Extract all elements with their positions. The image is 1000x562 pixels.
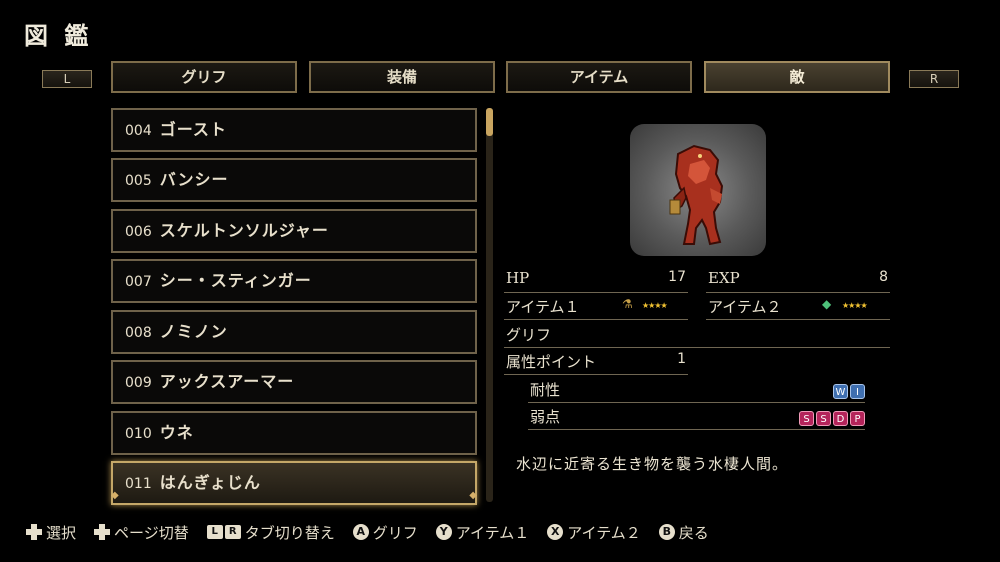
glyph-row[interactable]: グリフ bbox=[504, 322, 890, 348]
hp-value: 17 bbox=[668, 269, 686, 285]
list-item[interactable]: 010 ウネ bbox=[111, 411, 477, 455]
dark-weak-icon: D bbox=[833, 411, 848, 426]
list-item-name: はんぎょじん bbox=[159, 473, 261, 492]
list-item[interactable]: 009 アックスアーマー bbox=[111, 360, 477, 404]
list-item-selected[interactable]: ◆ 011 はんぎょじん ◆ bbox=[111, 461, 477, 505]
list-item-number: 009 bbox=[125, 375, 152, 391]
item1-rarity-stars: ★★★★ bbox=[642, 301, 668, 310]
hint-y-label: アイテム１ bbox=[455, 523, 530, 542]
exp-label: EXP bbox=[708, 269, 740, 287]
dpad-icon bbox=[94, 524, 111, 540]
list-item[interactable]: 007 シー・スティンガー bbox=[111, 259, 477, 303]
list-item[interactable]: 004 ゴースト bbox=[111, 108, 477, 152]
item2-rarity-stars: ★★★★ bbox=[842, 301, 868, 310]
item2-row[interactable]: アイテム２ ◆ ★★★★ bbox=[706, 294, 890, 320]
merman-sprite-icon bbox=[669, 144, 724, 246]
list-item-number: 011 bbox=[125, 476, 152, 492]
y-button-icon: Y bbox=[435, 524, 452, 540]
hp-label: HP bbox=[506, 269, 530, 287]
shoulder-r-button[interactable]: R bbox=[909, 70, 959, 88]
list-item-number: 005 bbox=[125, 173, 152, 189]
exp-row: EXP 8 bbox=[706, 267, 890, 293]
list-item-number: 006 bbox=[125, 224, 152, 240]
shoulder-l-button[interactable]: L bbox=[42, 70, 92, 88]
petrify-weak-icon: P bbox=[850, 411, 865, 426]
hint-tab-switch-label: タブ切り替え bbox=[244, 523, 335, 542]
item1-icon: ⚗ bbox=[622, 297, 633, 311]
enemy-portrait bbox=[630, 124, 766, 256]
a-button-icon: A bbox=[352, 524, 369, 540]
weakness-badges: SSDP bbox=[797, 408, 865, 426]
list-item-name: ノミノン bbox=[159, 322, 228, 341]
slash-weak-icon: S bbox=[799, 411, 814, 426]
selection-corner-icon: ◆ bbox=[111, 490, 119, 501]
ice-resist-icon: I bbox=[850, 384, 865, 399]
item1-row[interactable]: アイテム１ ⚗ ★★★★ bbox=[504, 294, 688, 320]
list-item-name: シー・スティンガー bbox=[159, 271, 312, 290]
hint-x-label: アイテム２ bbox=[567, 523, 641, 542]
strike-weak-icon: S bbox=[816, 411, 831, 426]
page-title: 図 鑑 bbox=[24, 21, 93, 50]
item2-label: アイテム２ bbox=[708, 298, 782, 316]
list-item-number: 007 bbox=[125, 274, 152, 290]
water-resist-icon: W bbox=[833, 384, 848, 399]
list-item-name: ウネ bbox=[159, 423, 194, 442]
resistance-badges: WI bbox=[831, 381, 865, 399]
dpad-icon bbox=[26, 524, 42, 540]
weakness-row: 弱点 SSDP bbox=[528, 404, 865, 430]
tab-item[interactable]: アイテム bbox=[506, 61, 692, 93]
hint-select: 選択 bbox=[26, 522, 76, 543]
list-item-number: 008 bbox=[125, 325, 152, 341]
hint-x-item2: X アイテム２ bbox=[547, 522, 641, 543]
hint-select-label: 選択 bbox=[46, 523, 77, 542]
tab-equipment[interactable]: 装備 bbox=[309, 61, 495, 93]
list-item[interactable]: 008 ノミノン bbox=[111, 310, 477, 354]
list-item-name: アックスアーマー bbox=[159, 372, 295, 391]
exp-value: 8 bbox=[879, 269, 888, 285]
item1-label: アイテム１ bbox=[506, 298, 580, 316]
tab-glyph[interactable]: グリフ bbox=[111, 61, 297, 93]
list-item[interactable]: 005 バンシー bbox=[111, 158, 477, 202]
hint-tab-switch: LR タブ切り替え bbox=[206, 522, 335, 543]
list-item-number: 010 bbox=[125, 426, 152, 442]
x-button-icon: X bbox=[547, 524, 564, 540]
attribute-points-label: 属性ポイント bbox=[506, 353, 597, 371]
glyph-label: グリフ bbox=[506, 326, 552, 344]
list-item-number: 004 bbox=[125, 123, 152, 139]
hint-b-back: B 戻る bbox=[658, 522, 709, 543]
hint-a-label: グリフ bbox=[372, 523, 418, 542]
list-scrollbar[interactable] bbox=[486, 108, 493, 502]
hint-page-switch-label: ページ切替 bbox=[114, 523, 189, 542]
enemy-description: 水辺に近寄る生き物を襲う水棲人間。 bbox=[516, 455, 789, 473]
selection-corner-icon: ◆ bbox=[469, 490, 477, 501]
list-item-name: ゴースト bbox=[159, 120, 227, 139]
resistance-row: 耐性 WI bbox=[528, 377, 865, 403]
hp-row: HP 17 bbox=[504, 267, 688, 293]
weakness-label: 弱点 bbox=[530, 408, 561, 426]
list-item-name: スケルトンソルジャー bbox=[159, 221, 329, 240]
item2-icon: ◆ bbox=[822, 297, 832, 311]
scrollbar-thumb[interactable] bbox=[486, 108, 493, 136]
hint-a-glyph: A グリフ bbox=[352, 522, 418, 543]
button-hints: 選択 ページ切替 LR タブ切り替え A グリフ Y アイテム１ X アイテム２… bbox=[26, 521, 727, 543]
attribute-points-row: 属性ポイント 1 bbox=[504, 349, 688, 375]
lr-buttons-icon: LR bbox=[206, 525, 241, 539]
hint-y-item1: Y アイテム１ bbox=[435, 522, 530, 543]
attribute-points-value: 1 bbox=[677, 351, 686, 367]
resistance-label: 耐性 bbox=[530, 381, 561, 399]
hint-b-label: 戻る bbox=[678, 523, 709, 542]
list-item[interactable]: 006 スケルトンソルジャー bbox=[111, 209, 477, 253]
hint-page-switch: ページ切替 bbox=[94, 522, 189, 543]
tab-enemy[interactable]: 敵 bbox=[704, 61, 890, 93]
list-item-name: バンシー bbox=[159, 170, 229, 189]
b-button-icon: B bbox=[658, 524, 675, 540]
